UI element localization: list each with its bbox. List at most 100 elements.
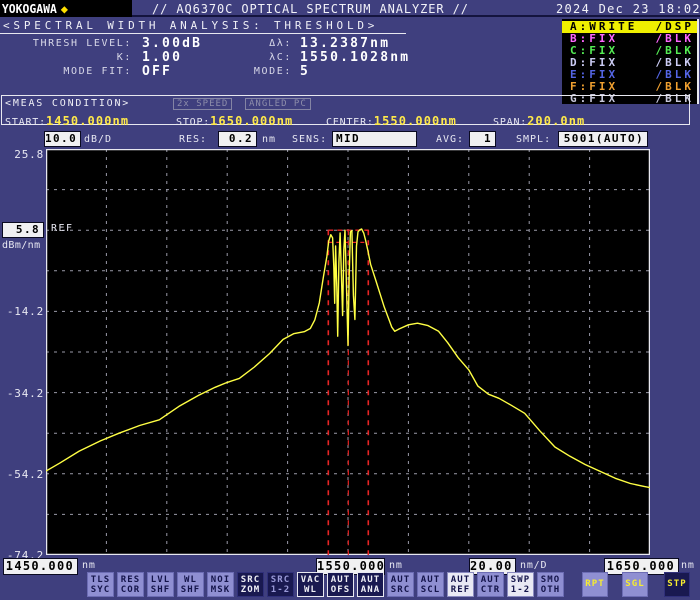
- analysis-label: K:: [116, 52, 132, 63]
- softkey-line1: AUT: [390, 575, 411, 585]
- sampling-label: SMPL:: [516, 134, 552, 145]
- meas-field-label: STOP:: [176, 117, 211, 128]
- sampling-value-box[interactable]: 5001(AUTO): [558, 131, 648, 147]
- analysis-value: 3.00dB: [142, 36, 203, 51]
- y-axis-label: -54.2: [6, 468, 44, 481]
- softkey-line1: TLS: [90, 575, 111, 585]
- softkey-aut-src[interactable]: AUT SRC: [387, 572, 414, 597]
- x-start-unit: nm: [82, 560, 96, 571]
- softkey-swp-1-2[interactable]: SWP 1-2: [507, 572, 534, 597]
- softkey-line1: AUT: [360, 575, 381, 585]
- analysis-underline: [0, 33, 406, 34]
- softkey-line2: WL: [303, 585, 318, 595]
- softkey-src-1-2[interactable]: SRC 1-2: [267, 572, 294, 597]
- meas-field-stop: STOP:1650.000nm: [176, 110, 293, 129]
- x-start-box[interactable]: 1450.000: [3, 558, 78, 575]
- yokogawa-logo-text: YOKOGAWA: [1, 1, 57, 16]
- meas-field-value: 1550.000nm: [373, 114, 457, 128]
- page-title: // AQ6370C OPTICAL SPECTRUM ANALYZER //: [152, 2, 469, 16]
- x-scale-unit: nm/D: [520, 560, 548, 571]
- title-bar: YOKOGAWA ◆ // AQ6370C OPTICAL SPECTRUM A…: [0, 0, 700, 17]
- softkey-line2: COR: [120, 585, 141, 595]
- softkey-line2: ANA: [360, 585, 381, 595]
- level-scale-value-box[interactable]: 10.0: [44, 131, 81, 147]
- softkey-aut-ana[interactable]: AUT ANA: [357, 572, 384, 597]
- softkey-line1: SWP: [510, 575, 531, 585]
- softkey-line2: SHF: [150, 585, 171, 595]
- resolution-value-box[interactable]: 0.2: [218, 131, 257, 147]
- softkey-line2: REF: [450, 585, 471, 595]
- resolution-unit: nm: [262, 134, 277, 145]
- sensitivity-value-box[interactable]: MID: [332, 131, 417, 147]
- softkey-line2: SRC: [390, 585, 411, 595]
- softkey-line2: OFS: [330, 585, 351, 595]
- ref-level-box[interactable]: 5.8: [2, 222, 44, 238]
- rpt-button[interactable]: RPT: [582, 572, 608, 597]
- softkey-line2: 1-2: [270, 585, 291, 595]
- x-stop-unit: nm: [681, 560, 695, 571]
- softkey-line2: OTH: [540, 585, 561, 595]
- averaging-label: AVG:: [436, 134, 465, 145]
- softkey-smo-oth[interactable]: SMO OTH: [537, 572, 564, 597]
- connector-badge: ANGLED PC: [245, 98, 311, 110]
- softkey-line1: LVL: [150, 575, 171, 585]
- stp-button[interactable]: STP: [664, 572, 690, 597]
- softkey-line1: AUT: [420, 575, 441, 585]
- softkey-line2: SCL: [420, 585, 441, 595]
- softkey-line1: SRC: [270, 575, 291, 585]
- softkey-vac-wl[interactable]: VAC WL: [297, 572, 324, 597]
- softkey-wl-shf[interactable]: WL SHF: [177, 572, 204, 597]
- softkey-aut-ctr[interactable]: AUT CTR: [477, 572, 504, 597]
- softkey-line1: AUT: [330, 575, 351, 585]
- softkey-line1: AUT: [480, 575, 501, 585]
- softkey-line2: CTR: [480, 585, 501, 595]
- meas-field-label: SPAN:: [493, 117, 528, 128]
- trace-legend-panel: A:WRITE/DSP B:FIX/BLK C:FIX/BLK D:FIX/BLK E:…: [562, 19, 699, 105]
- level-scale-unit: dB/D: [84, 134, 113, 145]
- softkey-aut-ref[interactable]: AUT REF: [447, 572, 474, 597]
- meas-field-value: 1450.000nm: [45, 114, 130, 128]
- yokogawa-logo: YOKOGAWA ◆: [0, 0, 132, 17]
- meas-field-label: START:: [5, 117, 46, 128]
- softkey-src-zom[interactable]: SRC ZOM: [237, 572, 264, 597]
- speed-badge: 2x SPEED: [173, 98, 233, 110]
- analysis-value: OFF: [142, 64, 173, 79]
- averaging-value-box[interactable]: 1: [469, 131, 496, 147]
- spectrum-plot: REF: [46, 149, 650, 555]
- softkey-line1: AUT: [450, 575, 471, 585]
- analysis-label: MODE FIT:: [63, 66, 132, 77]
- softkey-line1: WL: [183, 575, 198, 585]
- softkey-tls-syc[interactable]: TLS SYC: [87, 572, 114, 597]
- sensitivity-label: SENS:: [292, 134, 328, 145]
- softkey-line1: NOI: [210, 575, 231, 585]
- softkey-line2: SHF: [180, 585, 201, 595]
- softkey-res-cor[interactable]: RES COR: [117, 572, 144, 597]
- softkey-lvl-shf[interactable]: LVL SHF: [147, 572, 174, 597]
- yokogawa-diamond-icon: ◆: [60, 1, 69, 16]
- analysis-value: 1550.1028nm: [300, 50, 411, 65]
- softkey-line2: ZOM: [240, 585, 261, 595]
- meas-condition-box: <MEAS CONDITION> 2x SPEED ANGLED PC STAR…: [1, 95, 690, 128]
- softkey-noi-msk[interactable]: NOI MSK: [207, 572, 234, 597]
- analysis-value: 1.00: [142, 50, 183, 65]
- meas-field-value: 200.0nm: [527, 114, 586, 128]
- analysis-header: <SPECTRAL WIDTH ANALYSIS: THRESHOLD>: [3, 19, 379, 32]
- meas-condition-header: <MEAS CONDITION>: [5, 98, 131, 109]
- meas-field-value: 1650.000nm: [210, 114, 294, 128]
- ref-line-label: REF: [51, 223, 74, 234]
- softkey-line1: RES: [120, 575, 141, 585]
- meas-field-start: START:1450.000nm: [5, 110, 129, 129]
- sgl-button[interactable]: SGL: [622, 572, 648, 597]
- softkey-aut-scl[interactable]: AUT SCL: [417, 572, 444, 597]
- analysis-value: 13.2387nm: [300, 36, 391, 51]
- spectrum-trace-svg: [46, 149, 650, 555]
- x-center-unit: nm: [389, 560, 403, 571]
- y-axis-label: -34.2: [6, 387, 44, 400]
- softkey-line1: VAC: [300, 575, 321, 585]
- y-axis-unit: dBm/nm: [2, 240, 41, 251]
- resolution-label: RES:: [179, 134, 208, 145]
- softkey-aut-ofs[interactable]: AUT OFS: [327, 572, 354, 597]
- analysis-label: MODE:: [253, 66, 292, 77]
- meas-field-label: CENTER:: [326, 117, 374, 128]
- analysis-label: THRESH LEVEL:: [32, 38, 132, 49]
